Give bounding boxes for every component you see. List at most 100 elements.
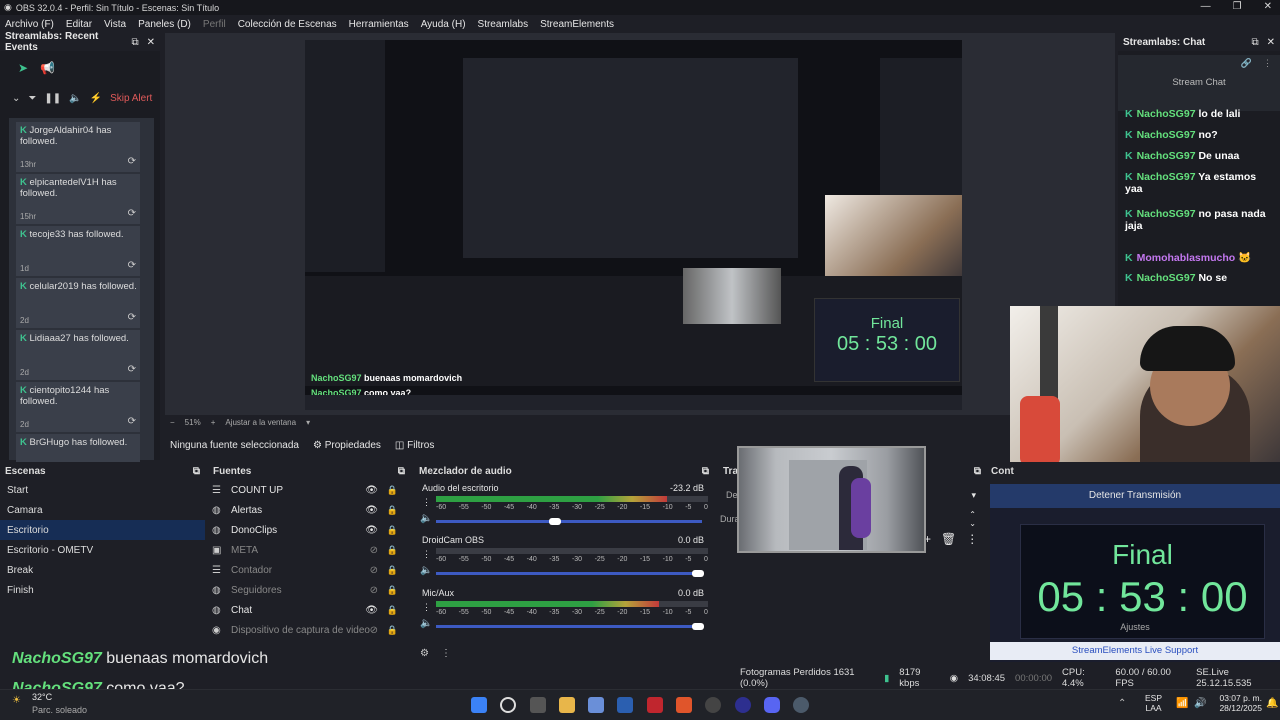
speaker-icon[interactable]: 🔊 [1194, 698, 1206, 709]
more-icon[interactable]: ⋮ [966, 532, 978, 546]
eye-icon[interactable]: 👁 [365, 525, 378, 536]
wifi-icon[interactable]: 📶 [1176, 698, 1188, 709]
muted-speaker-icon[interactable]: 🔈 [420, 565, 432, 576]
lock-icon[interactable]: 🔒 [387, 545, 398, 556]
float-icon[interactable]: ⧉ [702, 466, 709, 477]
scene-item[interactable]: Escritorio [0, 520, 205, 540]
more-icon[interactable]: ⋮ [1263, 58, 1272, 69]
filter-icon[interactable]: ⏷ [28, 93, 36, 104]
float-icon[interactable]: ⧉ [974, 466, 981, 477]
tray-chevron-icon[interactable]: ⌃ [1118, 698, 1126, 709]
mixer-menu-icon[interactable]: ⋮ [441, 648, 451, 659]
lock-icon[interactable]: 🔒 [387, 585, 398, 596]
menu-streamelements[interactable]: StreamElements [540, 19, 614, 30]
menu-ayuda[interactable]: Ayuda (H) [421, 19, 466, 30]
trash-icon[interactable]: 🗑 [941, 532, 956, 546]
clock[interactable]: 03:07 p. m. 28/12/2025 [1210, 693, 1262, 713]
brave-icon[interactable] [676, 697, 692, 713]
flash-icon[interactable]: ⚡ [90, 93, 102, 104]
language-indicator[interactable]: ESP LAA [1145, 693, 1162, 713]
channel-menu-icon[interactable]: ⋮ [422, 497, 431, 508]
volume-slider[interactable] [436, 570, 704, 577]
app-icon[interactable] [617, 697, 633, 713]
settings-icon[interactable] [793, 697, 809, 713]
source-item[interactable]: ▣ META ⊘ 🔒 [208, 540, 410, 560]
volume-knob[interactable] [692, 623, 704, 630]
scene-item[interactable]: Break [0, 560, 205, 580]
replay-icon[interactable]: ⟳ [128, 208, 136, 219]
source-item[interactable]: ◍ Alertas 👁 🔒 [208, 500, 410, 520]
close-button[interactable]: ✕ [1264, 1, 1272, 12]
pause-icon[interactable]: ❚❚ [44, 93, 61, 104]
replay-icon[interactable]: ⟳ [128, 364, 136, 375]
eye-off-icon[interactable]: ⊘ [370, 545, 378, 556]
settings-button[interactable]: Ajustes [990, 622, 1280, 632]
replay-icon[interactable]: ⟳ [128, 416, 136, 427]
menu-herramientas[interactable]: Herramientas [349, 19, 409, 30]
close-dock-icon[interactable]: ✕ [1267, 37, 1275, 48]
lock-icon[interactable]: 🔒 [387, 505, 398, 516]
stop-stream-button[interactable]: Detener Transmisión [990, 484, 1280, 508]
eye-icon[interactable]: 👁 [365, 485, 378, 496]
app-circle-icon[interactable] [735, 697, 751, 713]
lock-icon[interactable]: 🔒 [387, 605, 398, 616]
channel-menu-icon[interactable]: ⋮ [422, 602, 431, 613]
float-icon[interactable]: ⧉ [131, 37, 138, 48]
menu-streamlabs[interactable]: Streamlabs [478, 19, 529, 30]
scene-item[interactable]: Finish [0, 580, 205, 600]
filters-button[interactable]: ◫ Filtros [395, 440, 434, 451]
event-item[interactable]: K JorgeAldahir04 has followed. 13hr ⟳ [16, 122, 140, 172]
event-item[interactable]: K cientopito1244 has followed. 2d ⟳ [16, 382, 140, 432]
chevron-down-icon[interactable]: ⌄ [12, 93, 20, 104]
zoom-out-icon[interactable]: − [170, 418, 175, 427]
source-item[interactable]: ◍ Seguidores ⊘ 🔒 [208, 580, 410, 600]
fit-dropdown-icon[interactable]: ▾ [306, 418, 310, 427]
source-item[interactable]: ◉ Dispositivo de captura de video ⊘ 🔒 [208, 620, 410, 640]
zoom-in-icon[interactable]: + [211, 418, 216, 427]
source-item[interactable]: ☰ Contador ⊘ 🔒 [208, 560, 410, 580]
event-item[interactable]: K Lidiaaa27 has followed. 2d ⟳ [16, 330, 140, 380]
start-icon[interactable] [471, 697, 487, 713]
speaker-icon[interactable]: 🔈 [420, 618, 432, 629]
volume-knob[interactable] [692, 570, 704, 577]
file-explorer-icon[interactable] [559, 697, 575, 713]
scene-item[interactable]: Camara [0, 500, 205, 520]
weather-desc[interactable]: Parc. soleado [32, 705, 87, 715]
source-item[interactable]: ☰ COUNT UP 👁 🔒 [208, 480, 410, 500]
send-icon[interactable]: ➤ [18, 61, 28, 75]
volume-slider[interactable] [436, 518, 702, 525]
live-support-button[interactable]: StreamElements Live Support [990, 642, 1280, 660]
replay-icon[interactable]: ⟳ [128, 156, 136, 167]
menu-vista[interactable]: Vista [104, 19, 126, 30]
task-view-icon[interactable] [530, 697, 546, 713]
event-item[interactable]: K elpicantedelV1H has followed. 15hr ⟳ [16, 174, 140, 224]
app-red-icon[interactable] [647, 697, 663, 713]
lock-icon[interactable]: 🔒 [387, 485, 398, 496]
minimize-button[interactable]: — [1201, 1, 1211, 12]
menu-archivo[interactable]: Archivo (F) [5, 19, 54, 30]
replay-icon[interactable]: ⟳ [128, 312, 136, 323]
menu-coleccion[interactable]: Colección de Escenas [238, 19, 337, 30]
volume-icon[interactable]: 🔈 [69, 93, 81, 104]
notification-icon[interactable]: 🔔 [1266, 698, 1278, 709]
menu-perfil[interactable]: Perfil [203, 19, 226, 30]
volume-knob[interactable] [548, 518, 561, 525]
mixer-settings-icon[interactable]: ⚙ [420, 648, 429, 659]
search-icon[interactable] [500, 697, 516, 713]
scene-item[interactable]: Start [0, 480, 205, 500]
float-icon[interactable]: ⧉ [1251, 37, 1258, 48]
weather-temp[interactable]: 32°C [32, 692, 52, 702]
float-icon[interactable]: ⧉ [193, 466, 200, 477]
megaphone-icon[interactable]: 📢 [40, 61, 55, 75]
eye-icon[interactable]: 👁 [365, 505, 378, 516]
menu-editar[interactable]: Editar [66, 19, 92, 30]
dropdown-arrow-icon[interactable]: ▾ [971, 490, 976, 501]
scene-item[interactable]: Escritorio - OMETV [0, 540, 205, 560]
properties-button[interactable]: ⚙ Propiedades [313, 440, 381, 451]
volume-slider[interactable] [436, 623, 704, 630]
maximize-button[interactable]: ❐ [1233, 1, 1242, 12]
eye-off-icon[interactable]: ⊘ [370, 585, 378, 596]
speaker-icon[interactable]: 🔈 [420, 513, 432, 524]
duration-stepper[interactable]: ⌃ ⌄ [969, 510, 976, 528]
channel-menu-icon[interactable]: ⋮ [422, 549, 431, 560]
